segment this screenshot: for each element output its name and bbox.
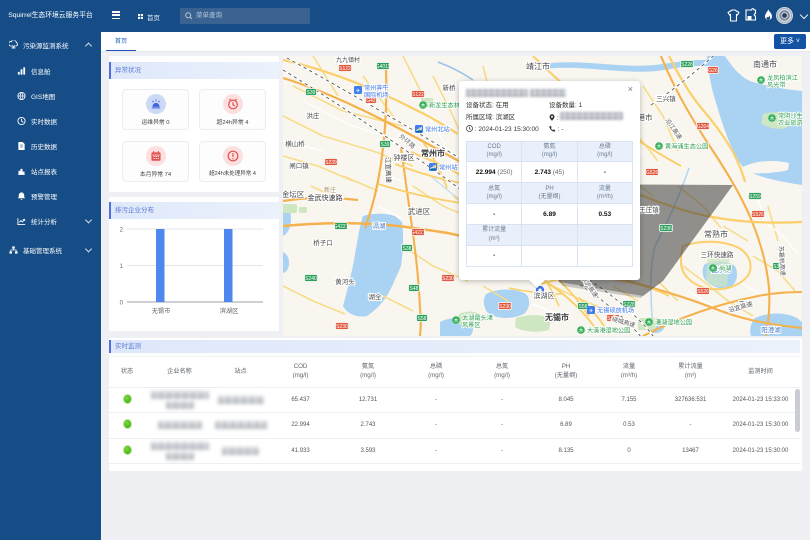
- svg-text:S240: S240: [305, 276, 317, 282]
- svg-text:S39: S39: [381, 142, 390, 148]
- svg-text:木: 木: [758, 77, 763, 84]
- svg-text:木: 木: [646, 319, 651, 326]
- svg-text:新桥: 新桥: [443, 83, 457, 92]
- svg-text:龙凤柏滨江: 龙凤柏滨江: [767, 74, 798, 82]
- svg-text:木: 木: [578, 327, 583, 334]
- svg-text:国际机场: 国际机场: [364, 91, 389, 99]
- svg-text:洪庄: 洪庄: [307, 111, 321, 120]
- svg-text:金坛区: 金坛区: [283, 189, 305, 199]
- svg-text:滨湖区: 滨湖区: [220, 307, 239, 315]
- svg-text:S39: S39: [307, 90, 316, 96]
- svg-text:✈: ✈: [589, 308, 594, 315]
- svg-text:2: 2: [120, 228, 124, 234]
- svg-text:黄河头: 黄河头: [335, 277, 355, 286]
- svg-text:G42: G42: [366, 98, 376, 104]
- svg-text:G4011: G4011: [376, 64, 391, 70]
- svg-text:G4221: G4221: [410, 230, 425, 236]
- svg-text:阳澄湖: 阳澄湖: [761, 325, 781, 334]
- svg-text:🚄: 🚄: [430, 165, 437, 172]
- svg-text:靖江市: 靖江市: [526, 61, 550, 71]
- svg-text:三环快速路: 三环快速路: [701, 250, 734, 259]
- svg-text:常熟市: 常熟市: [704, 229, 728, 239]
- svg-text:三兴镇: 三兴镇: [656, 94, 676, 103]
- svg-text:1: 1: [120, 264, 124, 270]
- svg-text:王庄镇: 王庄镇: [639, 205, 659, 214]
- svg-text:0: 0: [120, 301, 124, 307]
- svg-text:新庄: 新庄: [324, 186, 336, 194]
- svg-text:S122: S122: [339, 66, 351, 72]
- svg-text:常州站: 常州站: [439, 164, 458, 172]
- svg-text:南通市: 南通市: [753, 59, 777, 69]
- svg-text:✈: ✈: [356, 88, 361, 95]
- svg-text:风景区: 风景区: [462, 322, 481, 329]
- svg-text:太湖鼋头渚: 太湖鼋头渚: [462, 314, 493, 322]
- svg-text:横山桥: 横山桥: [285, 139, 305, 148]
- svg-text:滆湖: 滆湖: [373, 221, 387, 230]
- svg-text:常州市: 常州市: [421, 148, 445, 158]
- svg-text:G526: G526: [646, 170, 658, 176]
- svg-text:G26: G26: [708, 68, 718, 74]
- svg-text:S228: S228: [681, 62, 693, 68]
- svg-text:S230: S230: [442, 276, 454, 282]
- svg-text:钟楼区: 钟楼区: [394, 153, 415, 162]
- svg-text:闸口镇: 闸口镇: [289, 161, 309, 170]
- svg-text:🚄: 🚄: [416, 127, 423, 134]
- svg-text:G4221: G4221: [333, 224, 348, 230]
- svg-text:滨湖区: 滨湖区: [534, 291, 555, 300]
- svg-text:S58: S58: [418, 316, 427, 322]
- svg-text:S259: S259: [749, 194, 761, 200]
- svg-text:木: 木: [453, 317, 458, 324]
- svg-text:黄海涌生态公园: 黄海涌生态公园: [665, 143, 708, 151]
- svg-text:S38: S38: [403, 246, 412, 252]
- svg-text:S526: S526: [752, 212, 764, 218]
- svg-text:漕湖湿地公园: 漕湖湿地公园: [655, 319, 692, 327]
- svg-text:尚湖: 尚湖: [719, 265, 731, 273]
- svg-text:G204: G204: [697, 124, 709, 130]
- svg-text:无锡市: 无锡市: [544, 312, 569, 322]
- svg-text:常阴沙生态: 常阴沙生态: [778, 112, 802, 120]
- svg-text:农业旅游区: 农业旅游区: [778, 119, 802, 127]
- svg-text:S122: S122: [412, 92, 424, 98]
- svg-text:S58: S58: [579, 304, 588, 310]
- svg-text:S239: S239: [325, 160, 337, 166]
- svg-text:无锡市: 无锡市: [152, 307, 171, 315]
- svg-text:木: 木: [710, 265, 715, 272]
- svg-text:S230: S230: [499, 304, 511, 310]
- svg-text:木: 木: [656, 143, 661, 150]
- svg-text:木: 木: [769, 115, 774, 122]
- svg-text:武进区: 武进区: [408, 206, 431, 216]
- svg-text:无锡硕放机场: 无锡硕放机场: [597, 307, 634, 315]
- svg-text:大溪港湿地公园: 大溪港湿地公园: [587, 327, 630, 335]
- svg-text:九九镇村: 九九镇村: [336, 56, 360, 64]
- svg-text:湖全: 湖全: [369, 292, 383, 301]
- svg-text:S236: S236: [660, 226, 672, 232]
- svg-text:常州奔牛: 常州奔牛: [364, 84, 389, 92]
- svg-text:桥子口: 桥子口: [313, 238, 333, 247]
- svg-text:金武快速路: 金武快速路: [308, 193, 343, 202]
- svg-text:新龙生态林: 新龙生态林: [429, 102, 460, 110]
- svg-text:S48: S48: [410, 286, 419, 292]
- svg-text:风光带: 风光带: [767, 81, 786, 89]
- svg-text:S230: S230: [336, 324, 348, 330]
- svg-text:S526: S526: [697, 289, 709, 295]
- svg-text:常州北站: 常州北站: [425, 126, 450, 134]
- svg-text:木: 木: [420, 102, 425, 109]
